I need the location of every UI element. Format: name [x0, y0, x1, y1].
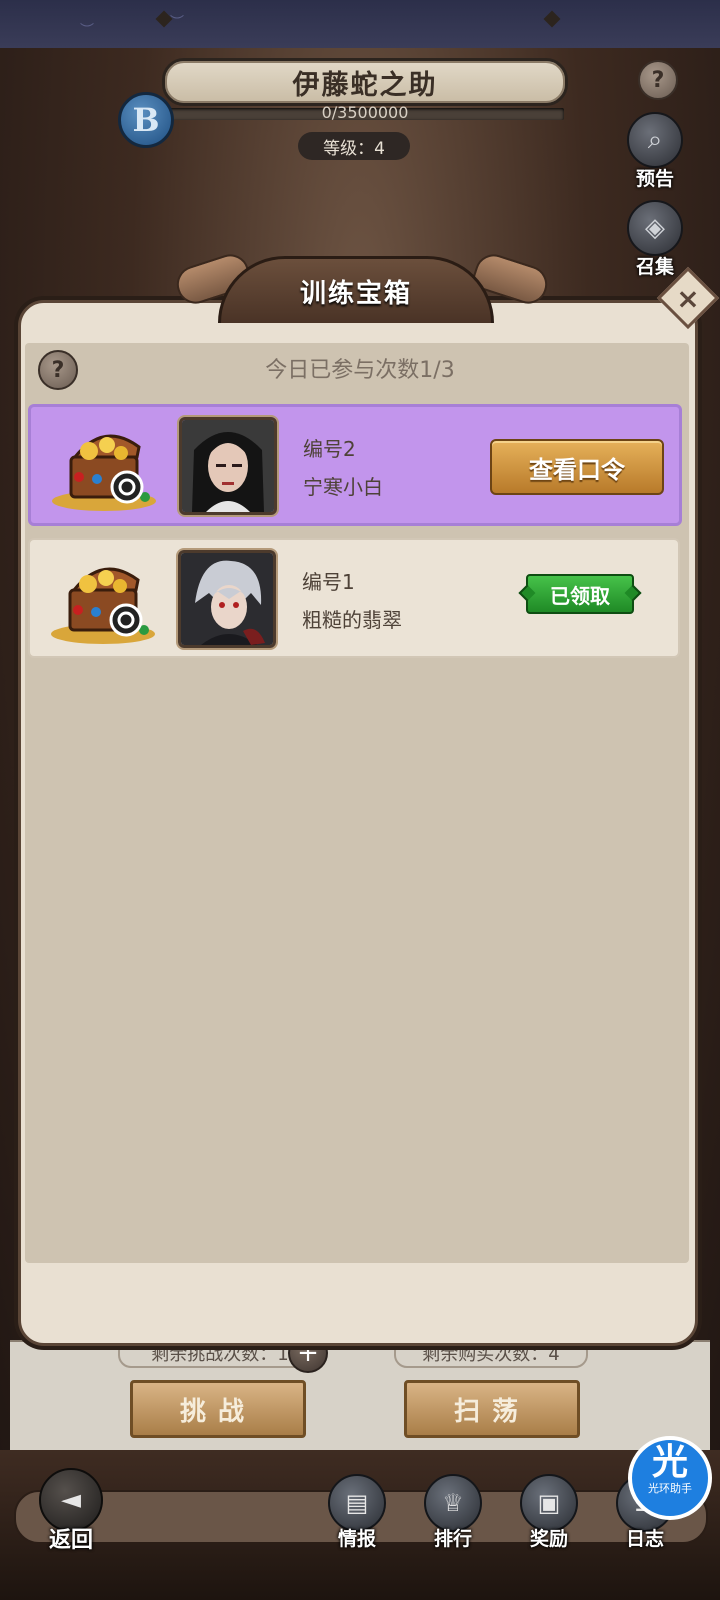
nav-rewards-label: 奖励 [529, 1528, 568, 1550]
chest-number: 编号2 [303, 437, 356, 461]
modal-title-plate: 训练宝箱 [218, 256, 494, 323]
back-label: 返回 [48, 1528, 93, 1553]
treasure-chest-icon [52, 434, 156, 511]
treasure-chest-icon [51, 567, 155, 644]
challenge-panel [10, 1340, 710, 1450]
portrait-avatar [179, 417, 277, 515]
preview-label: 预告 [635, 168, 674, 190]
sweep-button[interactable]: 扫荡 [404, 1380, 580, 1438]
nav-intel-label: 情报 [337, 1528, 376, 1550]
chest-owner-name: 粗糙的翡翠 [302, 608, 402, 632]
portrait-avatar [178, 550, 276, 648]
nav-ranking-label: 排行 [433, 1528, 472, 1550]
boss-hp-text: 0/3500000 [321, 103, 409, 122]
back-button[interactable]: ◄ 返回 [36, 1468, 106, 1554]
close-icon: × [676, 281, 700, 315]
attempts-text: 今日已参与次数1/3 [265, 358, 455, 383]
help-icon[interactable]: ? [638, 60, 678, 100]
magnifier-icon: ⌕ [627, 112, 683, 168]
banner-shield-icon: ◈ [627, 200, 683, 256]
boss-level: 等级：4 [298, 132, 410, 160]
top-sky-band: ︶ ︶ [0, 0, 720, 48]
nav-ranking[interactable]: ♕ 排行 [418, 1474, 488, 1551]
modal-title: 训练宝箱 [299, 278, 412, 309]
bird-decoration-icon: ︶ [170, 15, 184, 31]
assistant-label: 光环助手 [648, 1482, 692, 1495]
boss-rank-badge: B [118, 92, 174, 148]
assistant-overlay-button[interactable]: 光 光环助手 [628, 1436, 712, 1520]
chest-owner-name: 宁寒小白 [303, 475, 383, 499]
chest-number: 编号1 [302, 570, 355, 594]
boss-name-plate: 伊藤蛇之助 [162, 58, 568, 106]
chest-row: 编号1 粗糙的翡翠 已领取 [28, 538, 680, 658]
nav-log-label: 日志 [625, 1528, 664, 1550]
preview-button[interactable]: ⌕ 预告 [622, 112, 688, 191]
view-password-button[interactable]: 查看口令 [490, 439, 664, 495]
nav-intel[interactable]: ▤ 情报 [322, 1474, 392, 1551]
challenge-button[interactable]: 挑战 [130, 1380, 306, 1438]
boss-name: 伊藤蛇之助 [292, 69, 438, 101]
nav-rewards[interactable]: ▣ 奖励 [514, 1474, 584, 1551]
chest-row: 编号2 宁寒小白 查看口令 [28, 404, 682, 526]
claimed-badge: 已领取 [526, 574, 634, 614]
bird-decoration-icon: ︶ [80, 23, 94, 39]
summon-button[interactable]: ◈ 召集 [622, 200, 688, 279]
